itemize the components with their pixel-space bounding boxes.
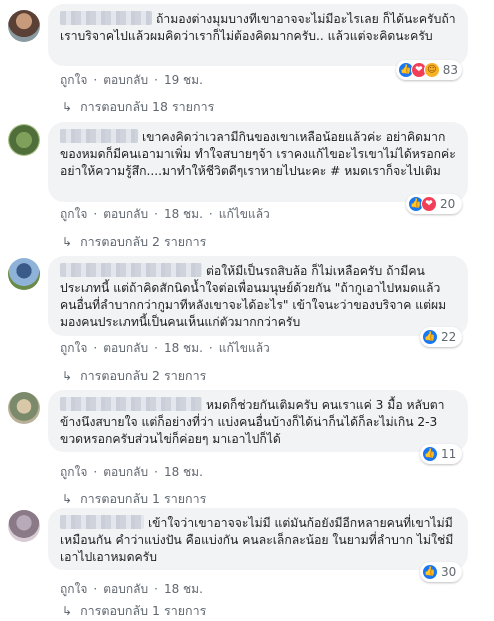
- separator-dot: ·: [154, 207, 158, 221]
- separator-dot: ·: [154, 341, 158, 355]
- replies-count-label: การตอบกลับ 1 รายการ: [80, 603, 207, 618]
- comment-actions: ถูกใจ · ตอบกลับ · 18 ชม. · แก้ไขแล้ว: [60, 339, 270, 358]
- comment-time[interactable]: 18 ชม.: [164, 465, 203, 479]
- reaction-count: 22: [441, 330, 457, 344]
- like-link[interactable]: ถูกใจ: [60, 582, 87, 596]
- reply-link[interactable]: ตอบกลับ: [103, 73, 148, 87]
- author-name-redacted[interactable]: [60, 397, 202, 411]
- view-replies-link[interactable]: ↳ การตอบกลับ 18 รายการ: [62, 97, 214, 117]
- like-icon: 👍: [422, 564, 438, 580]
- author-name-redacted[interactable]: [60, 11, 152, 25]
- comment-thread: ถ้ามองต่างมุมบางทีเขาอาจจะไม่มีอะไรเลย ก…: [0, 0, 494, 619]
- replies-count-label: การตอบกลับ 2 รายการ: [80, 368, 207, 383]
- separator-dot: ·: [154, 582, 158, 596]
- view-replies-link[interactable]: ↳ การตอบกลับ 1 รายการ: [62, 601, 206, 621]
- reply-arrow-icon: ↳: [62, 492, 73, 506]
- love-icon: ❤: [421, 196, 437, 212]
- author-name-redacted[interactable]: [60, 129, 138, 143]
- reaction-count: 30: [441, 565, 457, 579]
- view-replies-link[interactable]: ↳ การตอบกลับ 2 รายการ: [62, 232, 206, 252]
- separator-dot: ·: [93, 73, 98, 87]
- comment-bubble: ต่อให้มีเป็นรถสิบล้อ ก็ไม่เหลือครับ ถ้าม…: [48, 256, 468, 336]
- comment-bubble: หมดก็ช่วยกันเติมครับ คนเราแค่ 3 มื้อ หลั…: [48, 390, 468, 452]
- like-link[interactable]: ถูกใจ: [60, 465, 87, 479]
- separator-dot: ·: [93, 341, 98, 355]
- comment-time[interactable]: 18 ชม.: [164, 341, 203, 355]
- author-name-redacted[interactable]: [60, 515, 144, 529]
- reply-link[interactable]: ตอบกลับ: [103, 341, 148, 355]
- reply-arrow-icon: ↳: [62, 604, 73, 618]
- avatar[interactable]: [8, 124, 40, 156]
- separator-dot: ·: [208, 207, 213, 221]
- avatar[interactable]: [8, 392, 40, 424]
- reaction-summary[interactable]: 👍 22: [420, 327, 462, 347]
- reaction-count: 11: [441, 447, 457, 461]
- replies-count-label: การตอบกลับ 1 รายการ: [80, 491, 207, 506]
- reply-link[interactable]: ตอบกลับ: [103, 465, 148, 479]
- comment-actions: ถูกใจ · ตอบกลับ · 18 ชม. · แก้ไขแล้ว: [60, 205, 270, 224]
- care-icon: ☺: [423, 62, 440, 78]
- reaction-summary[interactable]: 👍 30: [420, 562, 462, 582]
- like-link[interactable]: ถูกใจ: [60, 73, 87, 87]
- view-replies-link[interactable]: ↳ การตอบกลับ 1 รายการ: [62, 489, 206, 509]
- reaction-count: 20: [440, 197, 456, 211]
- separator-dot: ·: [93, 207, 98, 221]
- comment-actions: ถูกใจ · ตอบกลับ · 18 ชม.: [60, 580, 203, 599]
- comment-time[interactable]: 18 ชม.: [164, 207, 203, 221]
- comment-bubble: ถ้ามองต่างมุมบางทีเขาอาจจะไม่มีอะไรเลย ก…: [48, 4, 468, 66]
- reply-link[interactable]: ตอบกลับ: [103, 207, 148, 221]
- separator-dot: ·: [208, 341, 213, 355]
- comment-actions: ถูกใจ · ตอบกลับ · 19 ชม.: [60, 71, 203, 90]
- like-icon: 👍: [422, 329, 438, 345]
- edited-label[interactable]: แก้ไขแล้ว: [219, 341, 270, 355]
- reaction-summary[interactable]: 👍 ❤ 20: [406, 194, 462, 214]
- view-replies-link[interactable]: ↳ การตอบกลับ 2 รายการ: [62, 366, 206, 386]
- edited-label[interactable]: แก้ไขแล้ว: [219, 207, 270, 221]
- replies-count-label: การตอบกลับ 18 รายการ: [80, 99, 215, 114]
- comment-bubble: เขาคงคิดว่าเวลามีกินของเขาเหลือน้อยแล้วค…: [48, 122, 468, 202]
- avatar[interactable]: [8, 258, 40, 290]
- reply-arrow-icon: ↳: [62, 369, 73, 383]
- separator-dot: ·: [93, 465, 98, 479]
- like-link[interactable]: ถูกใจ: [60, 341, 87, 355]
- comment-bubble: เข้าใจว่าเขาอาจจะไม่มี แต่มันก้อยังมีอีก…: [48, 508, 468, 570]
- like-icon: 👍: [422, 446, 438, 462]
- author-name-redacted[interactable]: [60, 263, 202, 277]
- reaction-summary[interactable]: 👍 ❤ ☺ 83: [396, 60, 462, 80]
- comment-actions: ถูกใจ · ตอบกลับ · 18 ชม.: [60, 463, 203, 482]
- replies-count-label: การตอบกลับ 2 รายการ: [80, 234, 207, 249]
- reaction-summary[interactable]: 👍 11: [420, 444, 462, 464]
- reply-arrow-icon: ↳: [62, 100, 73, 114]
- separator-dot: ·: [154, 73, 158, 87]
- reply-arrow-icon: ↳: [62, 235, 73, 249]
- comment-time[interactable]: 19 ชม.: [164, 73, 203, 87]
- separator-dot: ·: [93, 582, 98, 596]
- like-link[interactable]: ถูกใจ: [60, 207, 87, 221]
- avatar[interactable]: [8, 10, 40, 42]
- reply-link[interactable]: ตอบกลับ: [103, 582, 148, 596]
- separator-dot: ·: [154, 465, 158, 479]
- reaction-count: 83: [442, 63, 458, 77]
- avatar[interactable]: [8, 510, 40, 542]
- comment-time[interactable]: 18 ชม.: [164, 582, 203, 596]
